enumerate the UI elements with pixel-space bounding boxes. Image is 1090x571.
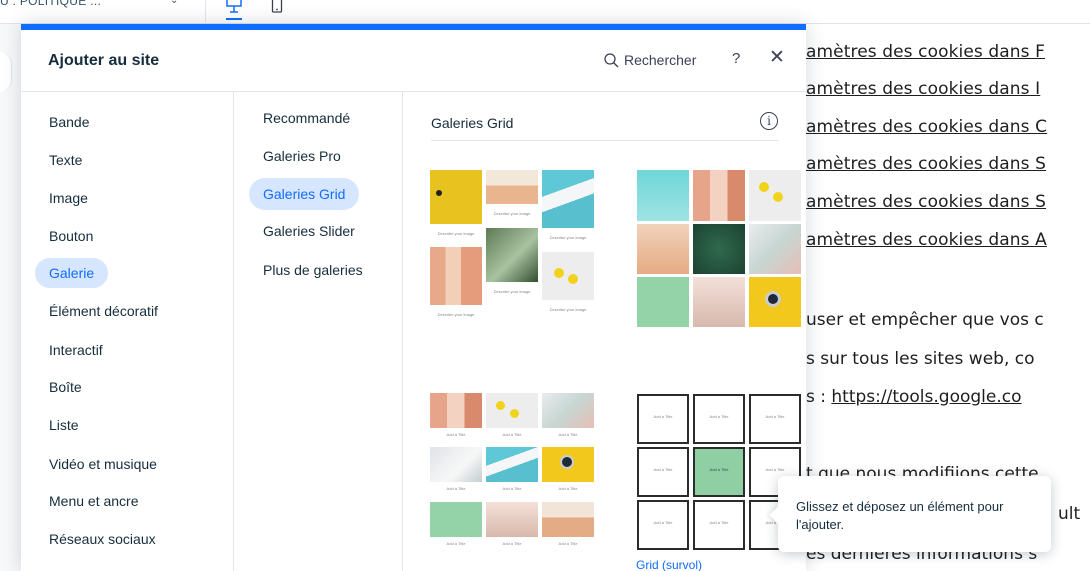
editor-topbar: U : POLITIQUE ... ⌄	[0, 0, 1090, 24]
help-button[interactable]: ?	[732, 50, 740, 67]
site-paragraph: ult	[1058, 504, 1081, 524]
category-item[interactable]: Bouton	[35, 221, 107, 251]
site-link[interactable]: amètres des cookies dans C	[806, 117, 1047, 137]
subcategory-item[interactable]: Plus de galeries	[249, 254, 377, 286]
search-icon	[604, 52, 619, 67]
category-item[interactable]: Menu et ancre	[35, 486, 153, 516]
section-title: Galeries Grid	[431, 115, 514, 131]
category-item[interactable]: Contact et formulaires	[35, 562, 200, 571]
site-text-prefix: s :	[806, 387, 832, 407]
category-item[interactable]: Interactif	[35, 335, 117, 365]
toolbar-divider	[205, 0, 206, 22]
search-label: Rechercher	[624, 52, 697, 68]
add-panel: Ajouter au site Rechercher ? ✕ Bande Tex…	[21, 24, 806, 571]
site-paragraph: user et empêcher que vos c	[806, 310, 1044, 330]
category-list: Bande Texte Image Bouton Galerie Élément…	[21, 92, 234, 571]
page-selector[interactable]: U : POLITIQUE ...	[0, 0, 101, 8]
collapsed-side-handle[interactable]	[0, 52, 12, 92]
gallery-thumbnail-grid-titles[interactable]: Add a Title Add a Title Add a Title Add …	[430, 393, 594, 553]
tooltip-text: Glissez et déposez un élément pour l'ajo…	[796, 499, 1004, 532]
gallery-thumbnail-masonry[interactable]: Describe your image Describe your image …	[430, 170, 594, 326]
category-item[interactable]: Liste	[35, 410, 93, 440]
category-item[interactable]: Boîte	[35, 372, 96, 402]
subcategory-item[interactable]: Galeries Pro	[249, 140, 355, 172]
chevron-down-icon[interactable]: ⌄	[170, 0, 178, 6]
mobile-icon[interactable]	[271, 0, 283, 18]
drag-tooltip: Glissez et déposez un élément pour l'ajo…	[778, 476, 1051, 552]
site-link[interactable]: amètres des cookies dans A	[806, 230, 1047, 250]
section-divider	[431, 140, 779, 141]
category-item[interactable]: Texte	[35, 145, 96, 175]
gallery-content: Galeries Grid i Describe your image Desc…	[403, 92, 806, 571]
site-url-link[interactable]: https://tools.google.co	[831, 387, 1021, 407]
subcategory-list: Recommandé Galeries Pro Galeries Grid Ga…	[234, 92, 403, 571]
info-icon[interactable]: i	[760, 112, 778, 130]
category-item[interactable]: Vidéo et musique	[35, 449, 171, 479]
site-link[interactable]: amètres des cookies dans I	[806, 79, 1040, 99]
site-link[interactable]: amètres des cookies dans F	[806, 42, 1045, 62]
site-paragraph: s : https://tools.google.co	[806, 387, 1022, 407]
subcategory-item-selected[interactable]: Galeries Grid	[249, 178, 360, 210]
site-link[interactable]: amètres des cookies dans S	[806, 192, 1046, 212]
site-paragraph: s sur tous les sites web, co	[806, 349, 1035, 369]
subcategory-item[interactable]: Galeries Slider	[249, 215, 369, 247]
gallery-thumbnail-grid-hover[interactable]: Add a Title Add a Title Add a Title Add …	[637, 394, 801, 550]
search-button[interactable]: Rechercher	[604, 50, 696, 70]
site-link[interactable]: amètres des cookies dans S	[806, 154, 1046, 174]
close-button[interactable]: ✕	[769, 48, 785, 68]
category-item-selected[interactable]: Galerie	[35, 258, 109, 288]
gallery-thumbnail-grid[interactable]	[637, 170, 801, 327]
panel-title: Ajouter au site	[48, 52, 160, 69]
category-item[interactable]: Réseaux sociaux	[35, 524, 170, 554]
subcategory-item[interactable]: Recommandé	[249, 102, 364, 134]
category-item[interactable]: Image	[35, 183, 102, 213]
panel-header: Ajouter au site Rechercher ? ✕	[21, 30, 806, 92]
category-item[interactable]: Bande	[35, 107, 103, 137]
gallery-label-grid-hover[interactable]: Grid (survol)	[636, 558, 702, 571]
category-item[interactable]: Élément décoratif	[35, 296, 172, 326]
desktop-icon[interactable]	[222, 0, 246, 20]
